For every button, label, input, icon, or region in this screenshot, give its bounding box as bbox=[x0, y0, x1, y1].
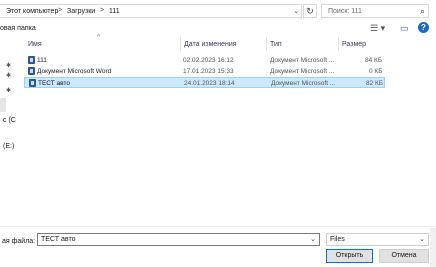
nav-drive-c[interactable]: c (C bbox=[3, 117, 16, 124]
file-row[interactable]: Документ Microsoft Word 17.01.2023 15:33… bbox=[24, 66, 385, 77]
pin-icon: ✱ bbox=[6, 88, 12, 94]
pin-icon: ✱ bbox=[6, 63, 12, 69]
breadcrumb-111[interactable]: 111 bbox=[109, 8, 120, 15]
view-options-icon[interactable]: ☰ ▾ bbox=[370, 23, 385, 34]
column-divider[interactable] bbox=[266, 37, 267, 51]
file-size: 84 КБ bbox=[365, 57, 383, 64]
file-row-selected[interactable]: ТЕСТ авто 24.01.2023 18:14 Документ Micr… bbox=[24, 77, 385, 88]
search-box[interactable]: Поиск: 111 ⌕ bbox=[321, 4, 429, 18]
column-header-date[interactable]: Дата изменения bbox=[184, 41, 237, 48]
nav-drive-e[interactable]: (E:) bbox=[3, 143, 14, 150]
sort-ascending-icon: ^ bbox=[97, 34, 101, 41]
filename-value[interactable]: ТЕСТ авто bbox=[41, 236, 75, 243]
breadcrumb-separator[interactable]: > bbox=[100, 7, 104, 14]
column-header-name[interactable]: Имя bbox=[28, 41, 42, 48]
file-name: Документ Microsoft Word bbox=[37, 68, 112, 75]
preview-pane-icon[interactable]: ▭ bbox=[400, 23, 409, 34]
file-row[interactable]: 111 02.02.2023 16:12 Документ Microsoft … bbox=[24, 55, 385, 66]
refresh-button[interactable]: ↻ bbox=[303, 4, 317, 18]
navigation-pane[interactable]: ✱ ✱ ✱ bbox=[0, 36, 16, 236]
word-document-icon bbox=[28, 56, 35, 64]
column-header-type[interactable]: Тип bbox=[270, 41, 282, 48]
search-input[interactable]: Поиск: 111 bbox=[328, 8, 362, 15]
file-size: 0 КБ bbox=[369, 68, 383, 75]
open-button[interactable]: Открыть bbox=[326, 249, 373, 263]
file-type: Документ Microsoft ... bbox=[271, 80, 336, 87]
file-date: 17.01.2023 15:33 bbox=[183, 68, 234, 75]
filetype-select[interactable]: Files ⌄ bbox=[326, 233, 429, 246]
file-type: Документ Microsoft ... bbox=[270, 68, 335, 75]
word-document-icon bbox=[29, 79, 36, 87]
pin-icon: ✱ bbox=[6, 73, 12, 79]
chevron-down-icon[interactable]: ⌄ bbox=[310, 235, 316, 243]
word-document-icon bbox=[28, 67, 35, 75]
filetype-value[interactable]: Files bbox=[330, 236, 345, 243]
window-edge bbox=[430, 228, 436, 267]
refresh-icon: ↻ bbox=[306, 6, 314, 16]
help-icon[interactable]: ? bbox=[418, 22, 429, 33]
cancel-button[interactable]: Отмена bbox=[379, 249, 429, 263]
chevron-down-icon[interactable]: ⌄ bbox=[419, 235, 425, 243]
search-icon: ⌕ bbox=[419, 6, 425, 16]
file-name: ТЕСТ авто bbox=[38, 80, 71, 87]
column-divider[interactable] bbox=[338, 37, 339, 51]
new-folder-button[interactable]: овая папка bbox=[0, 25, 36, 32]
address-dropdown-icon[interactable]: ⌄ bbox=[293, 7, 299, 15]
breadcrumb-this-pc[interactable]: Этот компьютер bbox=[6, 8, 58, 15]
file-date: 24.01.2023 18:14 bbox=[184, 80, 235, 87]
address-bar[interactable]: Этот компьютер > Загрузки > 111 ⌄ bbox=[0, 4, 302, 18]
file-type: Документ Microsoft ... bbox=[270, 57, 335, 64]
breadcrumb-separator[interactable]: > bbox=[58, 7, 62, 14]
nav-selected-indicator bbox=[0, 98, 6, 112]
file-name: 111 bbox=[37, 57, 47, 64]
file-date: 02.02.2023 16:12 bbox=[183, 57, 234, 64]
filename-field[interactable]: ТЕСТ авто ⌄ bbox=[37, 233, 320, 246]
column-header-size[interactable]: Размер bbox=[342, 41, 366, 48]
file-size: 82 КБ bbox=[366, 80, 384, 87]
footer-divider bbox=[0, 226, 436, 227]
column-divider[interactable] bbox=[180, 37, 181, 51]
filename-label: ая файла: bbox=[2, 238, 36, 245]
breadcrumb-downloads[interactable]: Загрузки bbox=[67, 8, 95, 15]
